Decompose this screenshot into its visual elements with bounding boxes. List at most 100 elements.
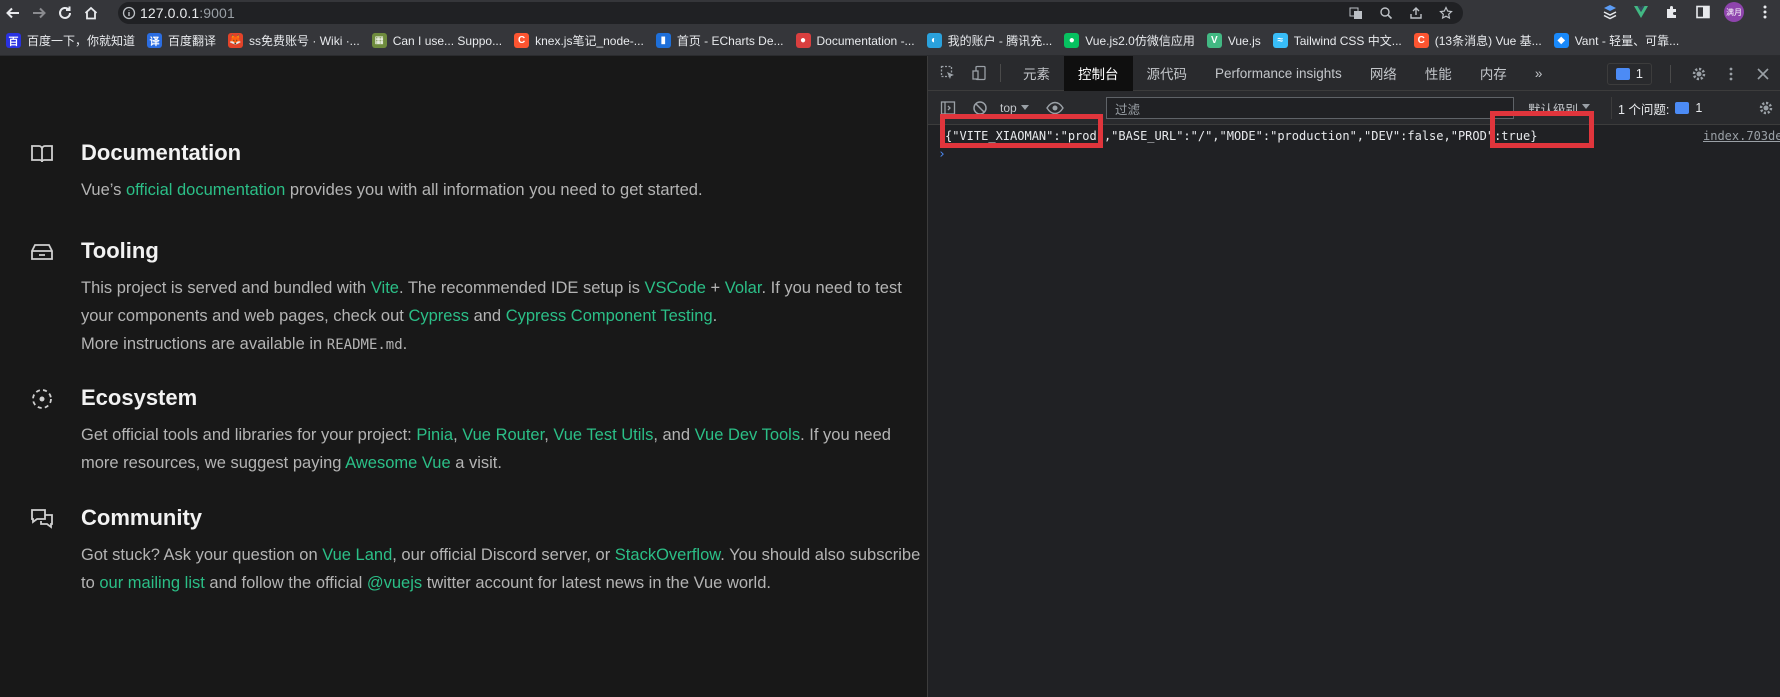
close-devtools-icon[interactable] bbox=[1751, 62, 1775, 86]
url-host: 127.0.0.1 bbox=[140, 5, 200, 21]
vue-router-link[interactable]: Vue Router bbox=[462, 426, 544, 444]
browser-toolbar: 127.0.0.1:9001 满月 bbox=[0, 0, 1780, 26]
bookmark-favicon-icon: 🦊 bbox=[228, 33, 244, 48]
devtools-tab[interactable]: Performance insights bbox=[1201, 56, 1356, 91]
zoom-icon[interactable] bbox=[1377, 4, 1395, 22]
official-docs-link[interactable]: official documentation bbox=[126, 181, 285, 199]
pinia-link[interactable]: Pinia bbox=[416, 426, 453, 444]
book-icon bbox=[30, 142, 54, 166]
side-panel-icon[interactable] bbox=[1693, 2, 1713, 22]
url-text: 127.0.0.1:9001 bbox=[140, 5, 235, 21]
forward-icon[interactable] bbox=[26, 0, 52, 26]
text: , bbox=[453, 426, 463, 444]
bookmark-item[interactable]: ▮ 首页 - ECharts De... bbox=[650, 26, 790, 55]
section-title: Documentation bbox=[81, 140, 242, 165]
vscode-link[interactable]: VSCode bbox=[644, 279, 705, 297]
bookmark-item[interactable]: ◆ Vant - 轻量、可靠... bbox=[1548, 26, 1685, 55]
console-settings-icon[interactable] bbox=[1755, 97, 1777, 119]
awesome-vue-link[interactable]: Awesome Vue bbox=[345, 454, 450, 472]
section-title: Community bbox=[81, 505, 202, 530]
message-count: 1 bbox=[1635, 66, 1643, 81]
bookmark-item[interactable]: ● Documentation -... bbox=[790, 26, 921, 55]
text: and follow the official bbox=[204, 574, 367, 592]
devtools-tab[interactable]: 控制台 bbox=[1064, 55, 1133, 91]
chevron-down-icon bbox=[1020, 104, 1029, 110]
bookmark-label: 百度翻译 bbox=[168, 34, 217, 48]
console-source-link[interactable]: index.703decf7.js:7 bbox=[1703, 129, 1780, 143]
site-info-icon[interactable] bbox=[118, 2, 140, 24]
bookmark-label: ss免费账号 · Wiki ·... bbox=[249, 34, 360, 48]
text: Got stuck? Ask your question on bbox=[81, 546, 323, 564]
toolbox-icon bbox=[30, 240, 54, 264]
vue-land-link[interactable]: Vue Land bbox=[322, 546, 392, 564]
devtools-panel: 元素 控制台 源代码 Performance insights 网络 性能 内存 » 1 bbox=[927, 55, 1780, 697]
bookmark-favicon-icon: ▦ bbox=[371, 33, 387, 48]
readme-code: README.md bbox=[326, 337, 403, 353]
bookmark-favicon-icon: ▮ bbox=[655, 33, 671, 48]
volar-link[interactable]: Volar bbox=[725, 279, 762, 297]
highlight-box-prod bbox=[1490, 111, 1594, 148]
inspect-element-icon[interactable] bbox=[936, 61, 960, 85]
vue-dev-tools-link[interactable]: Vue Dev Tools bbox=[695, 426, 800, 444]
more-tabs-button[interactable]: » bbox=[1521, 56, 1557, 91]
device-toolbar-icon[interactable] bbox=[968, 61, 992, 85]
text: , and bbox=[653, 426, 695, 444]
console-prompt[interactable]: › bbox=[938, 147, 946, 162]
vue-devtools-icon[interactable] bbox=[1631, 2, 1651, 22]
bookmark-item[interactable]: C (13条消息) Vue 基... bbox=[1408, 26, 1548, 55]
message-icon bbox=[1615, 67, 1630, 80]
back-icon[interactable] bbox=[0, 0, 26, 26]
devtools-tab[interactable]: 源代码 bbox=[1133, 56, 1202, 91]
ecosystem-icon bbox=[30, 387, 54, 411]
mailing-list-link[interactable]: our mailing list bbox=[99, 574, 204, 592]
vue-test-utils-link[interactable]: Vue Test Utils bbox=[553, 426, 653, 444]
extension-icon-blue[interactable] bbox=[1600, 2, 1620, 22]
text: Vue’s bbox=[81, 181, 126, 199]
cypress-component-testing-link[interactable]: Cypress Component Testing bbox=[506, 307, 713, 325]
extensions-puzzle-icon[interactable] bbox=[1662, 2, 1682, 22]
bookmark-label: Vue.js2.0仿微信应用 bbox=[1085, 34, 1195, 48]
bookmark-item[interactable]: ● Vue.js2.0仿微信应用 bbox=[1058, 26, 1201, 55]
section-text: This project is served and bundled with … bbox=[81, 274, 921, 359]
bookmark-item[interactable]: V Vue.js bbox=[1201, 26, 1267, 55]
section-text: Got stuck? Ask your question on Vue Land… bbox=[81, 541, 921, 597]
translate-icon[interactable] bbox=[1347, 4, 1365, 22]
bookmark-favicon-icon: ● bbox=[1064, 33, 1080, 48]
bookmark-item[interactable]: ◐ 我的账户 - 腾讯充... bbox=[921, 26, 1059, 55]
vite-link[interactable]: Vite bbox=[371, 279, 399, 297]
bookmark-item[interactable]: Cknex.js笔记_node-... bbox=[508, 26, 650, 55]
devtools-tab[interactable]: 性能 bbox=[1411, 56, 1466, 91]
reload-icon[interactable] bbox=[52, 0, 78, 26]
context-select[interactable]: top bbox=[1000, 101, 1029, 115]
bookmark-item[interactable]: ≈ Tailwind CSS 中文... bbox=[1267, 26, 1408, 55]
address-bar[interactable]: 127.0.0.1:9001 bbox=[118, 2, 1463, 24]
profile-avatar[interactable]: 满月 bbox=[1724, 2, 1744, 22]
bookmark-label: knex.js笔记_node-... bbox=[535, 34, 644, 48]
vue-welcome-page: Documentation Vue’s official documentati… bbox=[0, 56, 927, 697]
devtools-tab[interactable]: 元素 bbox=[1009, 56, 1064, 91]
issue-icon bbox=[1675, 102, 1690, 114]
cypress-link[interactable]: Cypress bbox=[408, 307, 469, 325]
text: This project is served and bundled with bbox=[81, 279, 371, 297]
bookmark-item[interactable]: 百百度一下，你就知道 bbox=[0, 26, 141, 55]
stackoverflow-link[interactable]: StackOverflow bbox=[615, 546, 720, 564]
home-icon[interactable] bbox=[78, 0, 104, 26]
issues-button[interactable]: 1 个问题: 1 bbox=[1611, 97, 1708, 119]
section-title: Tooling bbox=[81, 238, 159, 263]
bookmark-label: Documentation -... bbox=[816, 33, 915, 48]
devtools-tab[interactable]: 内存 bbox=[1466, 56, 1521, 91]
bookmark-item[interactable]: ▦ Can I use... Suppo... bbox=[366, 26, 508, 55]
bookmark-item[interactable]: 译百度翻译 bbox=[141, 26, 222, 55]
browser-menu-icon[interactable] bbox=[1755, 2, 1775, 22]
bookmark-item[interactable]: 🦊 ss免费账号 · Wiki ·... bbox=[222, 26, 366, 55]
messages-badge[interactable]: 1 bbox=[1606, 62, 1652, 85]
devtools-menu-icon[interactable] bbox=[1719, 62, 1743, 86]
settings-gear-icon[interactable] bbox=[1687, 62, 1711, 86]
devtools-tab[interactable]: 网络 bbox=[1356, 56, 1411, 91]
console-filter-input[interactable]: 过滤 bbox=[1106, 97, 1514, 119]
share-icon[interactable] bbox=[1407, 4, 1425, 22]
bookmark-favicon-icon: ≈ bbox=[1272, 33, 1288, 48]
bookmark-favicon-icon: C bbox=[1413, 33, 1429, 48]
vuejs-twitter-link[interactable]: @vuejs bbox=[367, 574, 422, 592]
bookmark-star-icon[interactable] bbox=[1437, 4, 1455, 22]
